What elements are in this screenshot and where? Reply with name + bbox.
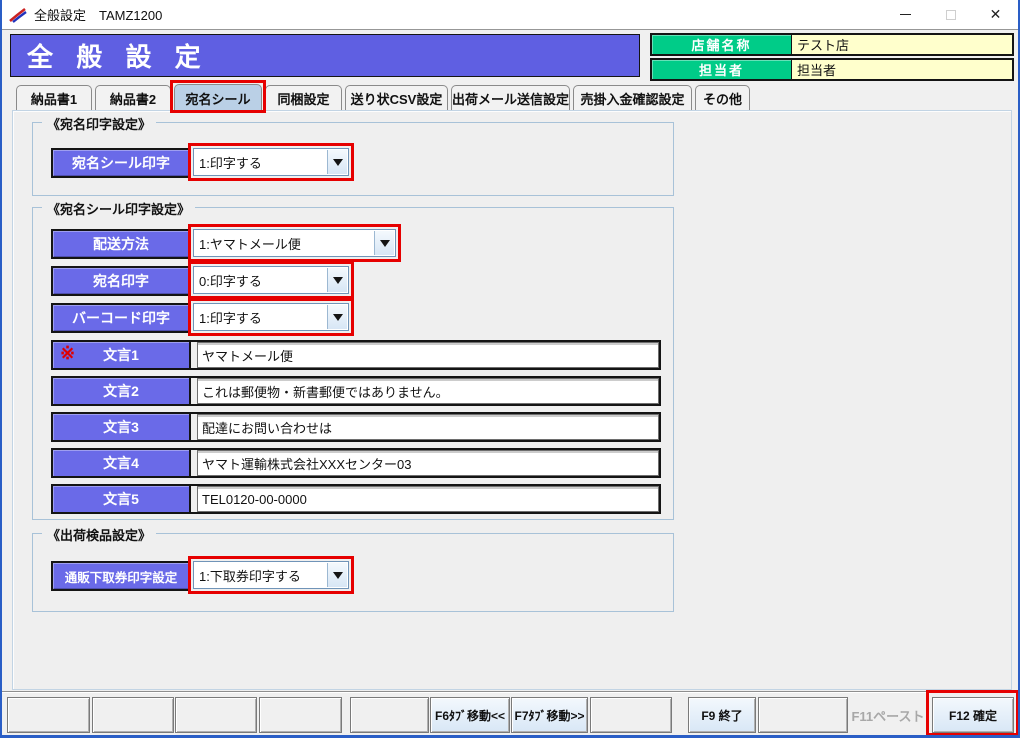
tab-urikake[interactable]: 売掛入金確認設定: [573, 85, 692, 111]
fn-button-empty-1: [7, 697, 90, 733]
chevron-down-icon[interactable]: [327, 305, 347, 329]
voucher-label: 通販下取券印字設定: [51, 561, 191, 591]
window-controls: ✕: [883, 0, 1018, 29]
page-title: 全 般 設 定: [10, 34, 640, 77]
minimize-button[interactable]: [883, 0, 928, 29]
f12-confirm-button[interactable]: F12 確定: [932, 697, 1014, 733]
text1-input[interactable]: [197, 342, 659, 368]
staff-value: 担当者: [792, 60, 1012, 79]
text4-row: 文言4: [51, 448, 661, 478]
barcode-print-select[interactable]: 1:印字する: [193, 303, 349, 331]
text1-label: ※ 文言1: [53, 342, 191, 368]
tab-atena-seal[interactable]: 宛名シール: [174, 84, 262, 111]
highlight-box-name-print: 0:印字する: [188, 261, 354, 299]
fn-button-empty-3: [175, 697, 257, 733]
tab-sonota[interactable]: その他: [695, 85, 750, 111]
app-window: 全般設定 TAMZ1200 ✕ 全 般 設 定 店舗名称 テスト店 担当者 担当…: [0, 0, 1020, 738]
staff-label: 担当者: [652, 60, 792, 79]
group-seal-settings: 《宛名シール印字設定》 配送方法 1:ヤマトメール便 宛名印字 0:印字する バ…: [32, 207, 674, 520]
seal-print-label: 宛名シール印字: [51, 148, 191, 178]
close-button[interactable]: ✕: [973, 0, 1018, 29]
chevron-down-icon[interactable]: [327, 268, 347, 292]
highlight-box-voucher: 1:下取券印字する: [188, 556, 354, 594]
close-icon: ✕: [990, 6, 1002, 23]
group-address-print-title: 《宛名印字設定》: [42, 114, 156, 133]
maximize-icon: [946, 10, 956, 20]
text5-label: 文言5: [53, 486, 191, 512]
f11-paste-button: F11ペースト: [850, 697, 926, 733]
group-inspection: 《出荷検品設定》 通販下取券印字設定 1:下取券印字する: [32, 533, 674, 612]
f7-tab-next-button[interactable]: F7ﾀﾌﾞ移動>>: [511, 697, 588, 733]
fn-button-empty-2: [92, 697, 174, 733]
store-name-label: 店舗名称: [652, 35, 792, 54]
maximize-button: [928, 0, 973, 29]
fn-button-empty-7: [758, 697, 848, 733]
voucher-select[interactable]: 1:下取券印字する: [193, 561, 349, 589]
chevron-down-icon[interactable]: [327, 150, 347, 174]
text4-input[interactable]: [197, 450, 659, 476]
seal-print-select[interactable]: 1:印字する: [193, 148, 349, 176]
tab-doukon[interactable]: 同梱設定: [265, 85, 342, 111]
barcode-print-label: バーコード印字: [51, 303, 191, 333]
f6-tab-prev-button[interactable]: F6ﾀﾌﾞ移動<<: [430, 697, 510, 733]
fn-button-empty-6: [590, 697, 672, 733]
text3-row: 文言3: [51, 412, 661, 442]
f9-exit-button[interactable]: F9 終了: [688, 697, 756, 733]
text3-label: 文言3: [53, 414, 191, 440]
text2-label: 文言2: [53, 378, 191, 404]
delivery-method-select[interactable]: 1:ヤマトメール便: [193, 229, 396, 257]
delivery-method-label: 配送方法: [51, 229, 191, 259]
titlebar: 全般設定 TAMZ1200 ✕: [2, 0, 1018, 30]
chevron-down-icon[interactable]: [327, 563, 347, 587]
group-inspection-title: 《出荷検品設定》: [42, 525, 156, 544]
group-seal-settings-title: 《宛名シール印字設定》: [42, 199, 195, 218]
function-key-bar: F6ﾀﾌﾞ移動<< F7ﾀﾌﾞ移動>> F9 終了 F11ペースト F12 確定: [2, 691, 1018, 736]
text1-row: ※ 文言1: [51, 340, 661, 370]
staff-field: 担当者 担当者: [650, 58, 1014, 81]
store-name-value: テスト店: [792, 35, 1012, 54]
highlight-box-barcode: 1:印字する: [188, 298, 354, 336]
fn-button-empty-4: [259, 697, 342, 733]
text2-row: 文言2: [51, 376, 661, 406]
name-print-select[interactable]: 0:印字する: [193, 266, 349, 294]
minimize-icon: [900, 14, 911, 15]
window-title: 全般設定 TAMZ1200: [34, 5, 162, 24]
app-icon: [9, 7, 27, 23]
text2-input[interactable]: [197, 378, 659, 404]
text4-label: 文言4: [53, 450, 191, 476]
required-mark-icon: ※: [60, 343, 75, 364]
tab-shukka-mail[interactable]: 出荷メール送信設定: [451, 85, 570, 111]
highlight-box-delivery: 1:ヤマトメール便: [188, 224, 401, 262]
text3-input[interactable]: [197, 414, 659, 440]
group-address-print: 《宛名印字設定》 宛名シール印字 1:印字する: [32, 122, 674, 196]
fn-button-empty-5: [350, 697, 429, 733]
tab-nouhinsho2[interactable]: 納品書2: [95, 85, 171, 111]
chevron-down-icon[interactable]: [374, 231, 394, 255]
text5-row: 文言5: [51, 484, 661, 514]
highlight-box-seal-print: 1:印字する: [188, 143, 354, 181]
store-name-field: 店舗名称 テスト店: [650, 33, 1014, 56]
name-print-label: 宛名印字: [51, 266, 191, 296]
tab-okurijo-csv[interactable]: 送り状CSV設定: [345, 85, 448, 111]
text5-input[interactable]: [197, 486, 659, 512]
tab-bar: 納品書1 納品書2 宛名シール 同梱設定 送り状CSV設定 出荷メール送信設定 …: [16, 84, 750, 111]
tab-nouhinsho1[interactable]: 納品書1: [16, 85, 92, 111]
